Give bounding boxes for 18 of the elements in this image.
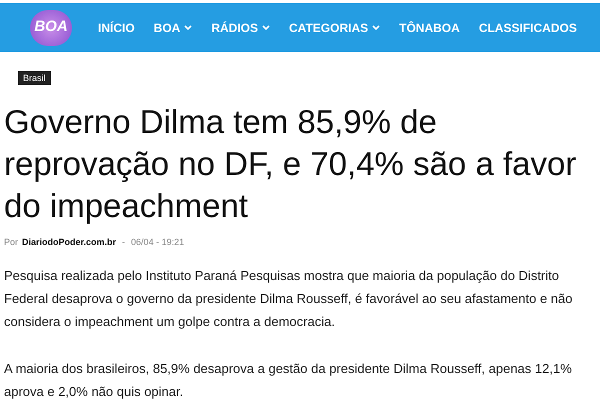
article-title: Governo Dilma tem 85,9% de reprovação no DF, e 70,4% são a favor do impeachment	[4, 102, 578, 226]
chevron-down-icon	[262, 24, 270, 30]
category-tag[interactable]: Brasil	[18, 71, 51, 85]
site-logo[interactable]: BOA	[30, 10, 72, 46]
article-paragraph: Pesquisa realizada pelo Instituto Paraná Pesquisas mostra que maioria da população do Distrito Federal desaprova o governo da presidente Dilma Rousseff, é favorável ao seu afastamento e não considera o impeachment um golpe contra a democracia.	[4, 266, 574, 331]
menu-item[interactable]: CLASSIFICADOS	[478, 18, 577, 36]
byline-prefix: Por	[4, 236, 18, 249]
menu-item[interactable]: INÍCIO	[98, 18, 135, 36]
chevron-down-icon	[372, 24, 380, 30]
chevron-down-icon	[184, 24, 192, 30]
menu-item[interactable]: TÔNABOA	[399, 18, 460, 36]
byline-separator: -	[122, 236, 126, 249]
author-link[interactable]: DiariodoPoder.com.br	[22, 236, 116, 250]
post-date: 06/04 - 19:21	[131, 236, 184, 249]
menu-item[interactable]: CATEGORIAS	[289, 18, 380, 36]
menu-item[interactable]: BOA	[154, 18, 192, 36]
menu-item[interactable]: RÁDIOS	[211, 18, 270, 36]
article-paragraph: A maioria dos brasileiros, 85,9% desaprova a gestão da presidente Dilma Rousseff, apenas 12,1% aprova e 2,0% não quis opinar.	[4, 360, 573, 400]
